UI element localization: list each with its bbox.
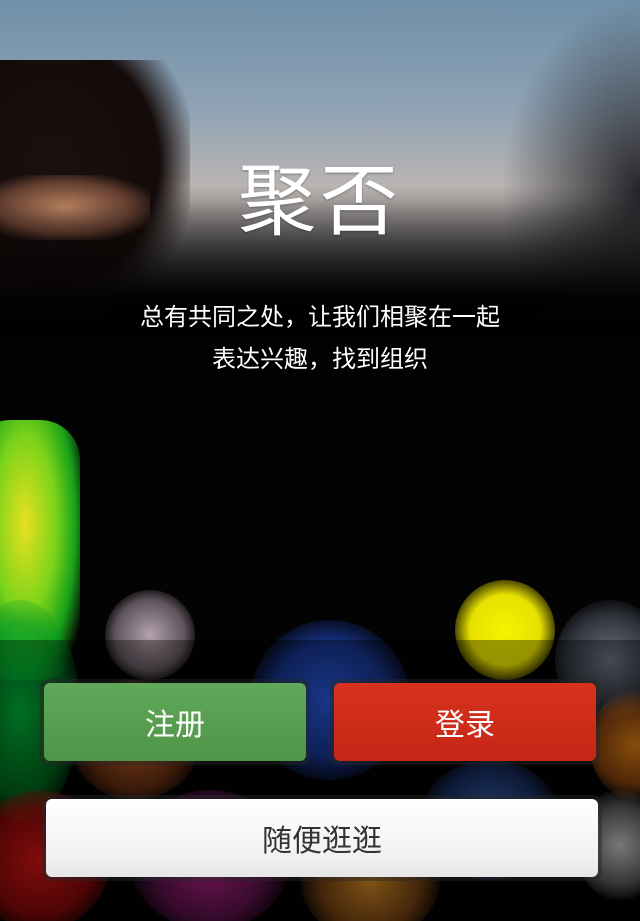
browse-button[interactable]: 随便逛逛 <box>46 799 598 877</box>
register-button-frame: 注册 <box>40 679 310 765</box>
login-button-frame: 登录 <box>330 679 600 765</box>
browse-button-frame: 随便逛逛 <box>42 795 602 881</box>
app-title: 聚否 <box>237 157 402 247</box>
tagline: 总有共同之处，让我们相聚在一起 表达兴趣，找到组织 <box>0 296 640 380</box>
login-button[interactable]: 登录 <box>334 683 596 761</box>
tagline-line: 表达兴趣，找到组织 <box>212 345 428 373</box>
register-button[interactable]: 注册 <box>44 683 306 761</box>
tagline-line: 总有共同之处，让我们相聚在一起 <box>140 303 500 331</box>
blurred-background <box>0 0 640 921</box>
